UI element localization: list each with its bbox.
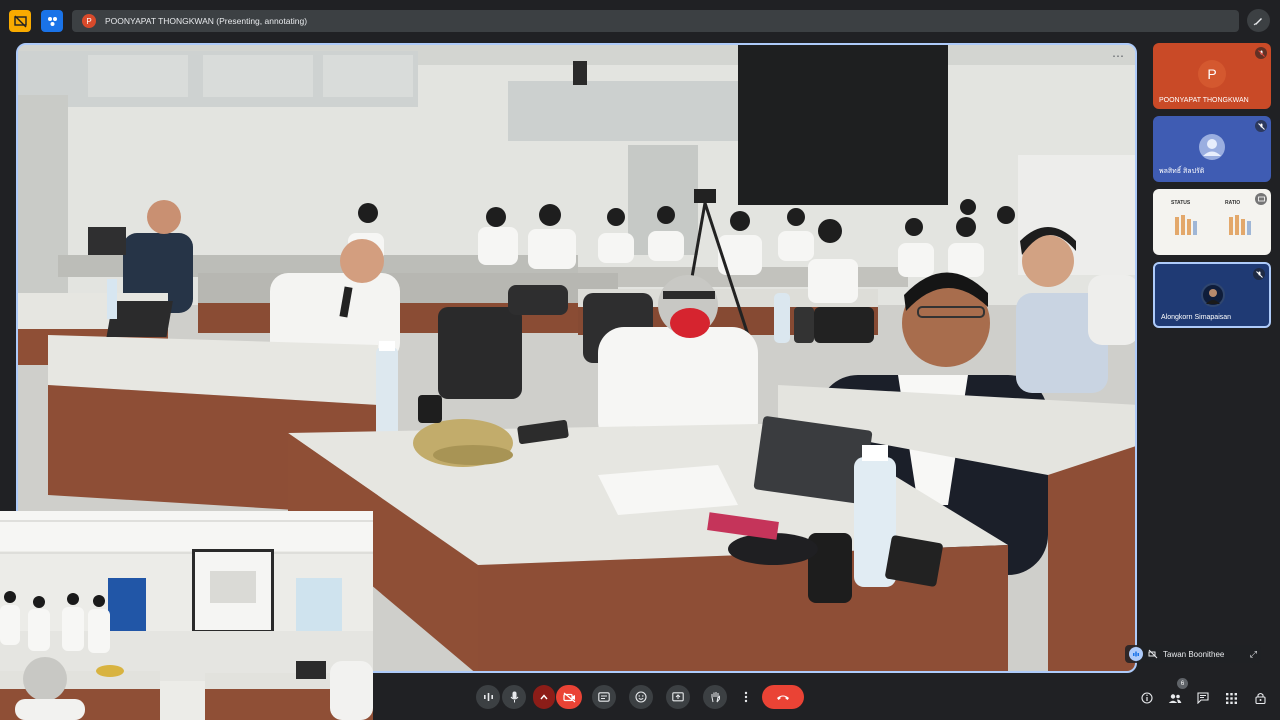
more-options-button[interactable] [737,685,755,709]
mic-off-icon [1255,120,1267,132]
speaking-indicator-icon [1129,647,1143,661]
raise-hand-button[interactable] [703,685,727,709]
mic-off-icon [1255,47,1267,59]
participant-tile[interactable]: P POONYAPAT THONGKWAN [1153,43,1271,109]
people-button[interactable] [1166,689,1184,707]
camera-off-icon [562,692,575,702]
more-vert-icon [744,691,748,703]
captions-icon [598,692,610,702]
reactions-button[interactable] [629,685,653,709]
participant-tile[interactable]: STATUS RATIO [1153,189,1271,255]
hand-icon [711,692,720,703]
chat-button[interactable] [1194,689,1212,707]
participant-name: Alongkorn Simapaisan [1161,314,1232,321]
slide-thumbnail [1175,215,1251,235]
presenter-avatar: P [82,14,96,28]
participant-name: POONYAPAT THONGKWAN [1159,97,1249,104]
captions-button[interactable] [592,685,616,709]
camera-options-chevron[interactable] [533,685,555,709]
more-options-icon[interactable]: ⋯ [1109,50,1127,63]
expand-icon[interactable]: ⤢ [1250,649,1257,660]
presentation-off-icon[interactable] [9,10,31,32]
camera-off-icon [1148,649,1158,659]
present-screen-icon [672,691,684,701]
microphone-button[interactable] [502,685,526,709]
host-controls-button[interactable] [1251,689,1269,707]
activities-button[interactable] [1222,689,1240,707]
self-view-video[interactable] [0,511,373,720]
participant-avatar [1201,283,1225,307]
mic-off-icon [1253,268,1265,280]
audio-bars-icon [483,693,493,701]
hang-up-icon [777,695,789,700]
lock-person-icon [1254,692,1266,704]
presentation-room-scene [0,511,373,720]
participant-name: พลสิทธิ์ สิลปรัติ [1159,168,1205,175]
leave-call-button[interactable] [762,685,804,709]
chevron-up-icon [540,694,548,700]
screen-share-icon [1255,193,1267,205]
speaker-name: Tawan Boonithee [1163,649,1225,659]
audio-levels-button[interactable] [476,685,500,709]
emoji-icon [635,691,647,703]
camera-toggle-button[interactable] [556,685,582,709]
meeting-info-button[interactable] [1138,689,1156,707]
default-avatar-icon [1199,134,1225,160]
people-icon [1168,693,1182,703]
chat-icon [1197,692,1209,704]
presenter-banner: P POONYAPAT THONGKWAN (Presenting, annot… [72,10,1239,32]
microphone-icon [510,691,518,703]
people-activity-icon[interactable] [41,10,63,32]
present-screen-button[interactable] [666,685,690,709]
info-icon [1141,692,1153,704]
participant-avatar: P [1198,60,1226,88]
active-speaker-tag[interactable]: Tawan Boonithee ⤢ [1125,645,1261,663]
presenter-label: POONYAPAT THONGKWAN (Presenting, annotat… [105,16,308,26]
participant-tile[interactable]: พลสิทธิ์ สิลปรัติ [1153,116,1271,182]
apps-grid-icon [1225,692,1237,704]
participant-count-badge: 6 [1177,678,1188,689]
annotate-pen-button[interactable] [1247,9,1270,32]
participant-tile[interactable]: Alongkorn Simapaisan [1153,262,1271,328]
